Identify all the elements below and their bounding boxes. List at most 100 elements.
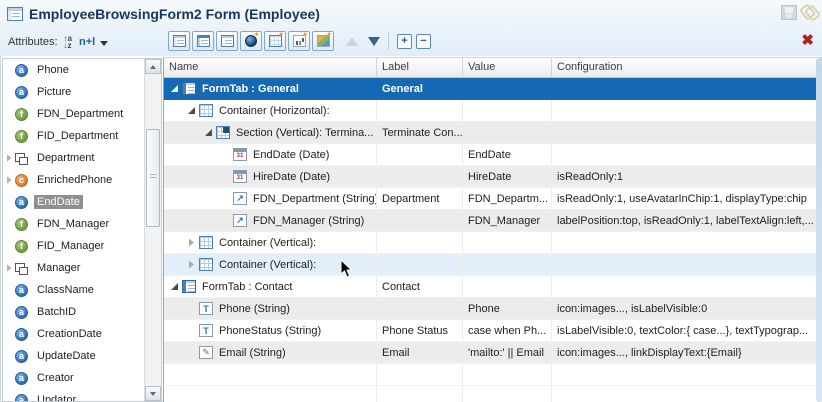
row-label[interactable]: Contact xyxy=(377,276,463,298)
row-value[interactable]: case when Ph... xyxy=(463,320,552,342)
row-value[interactable]: EndDate xyxy=(463,144,552,166)
row-name-cell[interactable] xyxy=(164,386,377,402)
row-value[interactable] xyxy=(463,100,552,122)
sidebar-attribute-item[interactable]: a BatchID xyxy=(3,301,144,323)
row-config[interactable]: icon:images..., linkDisplayText:{Email} xyxy=(552,342,822,364)
row-config[interactable] xyxy=(552,276,822,298)
table-row[interactable]: Container (Vertical): xyxy=(164,232,822,254)
column-header-value[interactable]: Value xyxy=(463,58,552,78)
row-name-cell[interactable]: ↗ FDN_Department (String) xyxy=(164,188,377,210)
save-icon[interactable] xyxy=(781,5,797,20)
add-chart-button[interactable] xyxy=(288,30,310,51)
row-name-cell[interactable]: ✎ Email (String) xyxy=(164,342,377,364)
row-config[interactable]: isReadOnly:1, useAvatarInChip:1, display… xyxy=(552,188,822,210)
table-row[interactable]: ↗ FDN_Manager (String) FDN_Manager label… xyxy=(164,210,822,232)
expanded-triangle-icon[interactable] xyxy=(205,129,212,136)
sidebar-attribute-item[interactable]: f FDN_Manager xyxy=(3,213,144,235)
add-form-button[interactable] xyxy=(168,31,190,51)
table-row[interactable]: Section (Vertical): Termina... Terminate… xyxy=(164,122,822,144)
sidebar-attribute-item[interactable]: a EndDate xyxy=(3,191,144,213)
row-config[interactable] xyxy=(552,122,822,144)
row-value[interactable] xyxy=(463,232,552,254)
expanded-triangle-icon[interactable] xyxy=(171,283,178,290)
scrollbar-thumb[interactable] xyxy=(146,129,160,227)
table-row[interactable]: Container (Vertical): xyxy=(164,254,822,276)
row-label[interactable] xyxy=(377,364,463,386)
chevron-right-icon[interactable] xyxy=(6,264,12,272)
row-config[interactable] xyxy=(552,364,822,386)
row-value[interactable]: FDN_Departm... xyxy=(463,188,552,210)
tree-expander[interactable] xyxy=(186,260,197,269)
sidebar-attribute-item[interactable]: f FDN_Department xyxy=(3,103,144,125)
sidebar-attribute-item[interactable]: a Updator xyxy=(3,389,144,401)
row-name-cell[interactable]: T PhoneStatus (String) xyxy=(164,320,377,342)
row-name-cell[interactable]: FormTab : General xyxy=(164,78,377,100)
tree-expander[interactable] xyxy=(186,107,197,114)
row-config[interactable] xyxy=(552,254,822,276)
row-name-cell[interactable]: T Phone (String) xyxy=(164,298,377,320)
row-label[interactable] xyxy=(377,298,463,320)
sidebar-attribute-item[interactable]: f FID_Department xyxy=(3,125,144,147)
row-label[interactable] xyxy=(377,232,463,254)
row-name-cell[interactable]: FormTab : Contact xyxy=(164,276,377,298)
add-table-button[interactable] xyxy=(264,30,286,51)
column-header-configuration[interactable]: Configuration xyxy=(552,58,822,78)
tree-expander[interactable] xyxy=(169,283,180,290)
tree-expander[interactable] xyxy=(203,129,214,136)
expanded-triangle-icon[interactable] xyxy=(188,107,195,114)
row-value[interactable] xyxy=(463,78,552,100)
row-config[interactable] xyxy=(552,386,822,402)
table-row[interactable]: T Phone (String) Phone icon:images..., i… xyxy=(164,298,822,320)
chevron-down-icon[interactable] xyxy=(100,40,109,50)
table-row[interactable]: ↗ FDN_Department (String) Department FDN… xyxy=(164,188,822,210)
sidebar-attribute-item[interactable]: a Phone xyxy=(3,59,144,81)
row-value[interactable] xyxy=(463,386,552,402)
row-label[interactable] xyxy=(377,144,463,166)
table-row[interactable]: FormTab : General General xyxy=(164,78,822,100)
tree-expander[interactable] xyxy=(169,85,180,92)
table-row[interactable]: Container (Horizontal): xyxy=(164,100,822,122)
row-label[interactable] xyxy=(377,166,463,188)
tree-expander[interactable] xyxy=(186,238,197,247)
row-config[interactable] xyxy=(552,78,822,100)
chevron-right-icon[interactable] xyxy=(6,176,12,184)
row-value[interactable] xyxy=(463,364,552,386)
row-label[interactable]: Phone Status xyxy=(377,320,463,342)
row-label[interactable] xyxy=(377,254,463,276)
move-up-icon[interactable] xyxy=(346,31,358,46)
links-icon[interactable] xyxy=(802,5,818,20)
row-label[interactable]: Email xyxy=(377,342,463,364)
sidebar-scrollbar[interactable] xyxy=(144,59,161,401)
row-name-cell[interactable]: Section (Vertical): Termina... xyxy=(164,122,377,144)
table-row[interactable] xyxy=(164,386,822,402)
sidebar-attribute-item[interactable]: Department xyxy=(3,147,144,169)
row-value[interactable]: 'mailto:' || Email xyxy=(463,342,552,364)
name-label-toggle[interactable]: n+l xyxy=(79,36,95,48)
row-config[interactable] xyxy=(552,100,822,122)
table-row[interactable]: 31 EndDate (Date) EndDate xyxy=(164,144,822,166)
row-name-cell[interactable]: Container (Horizontal): xyxy=(164,100,377,122)
close-icon[interactable]: ✖ xyxy=(801,33,814,48)
sidebar-attribute-item[interactable]: Manager xyxy=(3,257,144,279)
row-value[interactable] xyxy=(463,122,552,144)
chevron-right-icon[interactable] xyxy=(6,154,12,162)
sidebar-attribute-item[interactable]: c EnrichedPhone xyxy=(3,169,144,191)
row-label[interactable] xyxy=(377,210,463,232)
sort-a-z-icon[interactable]: ↑a ↓z xyxy=(64,35,72,50)
collapse-all-button[interactable]: − xyxy=(416,33,431,49)
row-label[interactable]: General xyxy=(377,78,463,100)
row-value[interactable]: HireDate xyxy=(463,166,552,188)
table-row[interactable]: 31 HireDate (Date) HireDate isReadOnly:1 xyxy=(164,166,822,188)
column-header-label[interactable]: Label xyxy=(377,58,463,78)
collapsed-triangle-icon[interactable] xyxy=(189,238,194,247)
scroll-down-icon[interactable] xyxy=(145,386,161,401)
sidebar-attribute-item[interactable]: a Picture xyxy=(3,81,144,103)
expander-slot[interactable] xyxy=(3,264,15,272)
row-config[interactable]: isReadOnly:1 xyxy=(552,166,822,188)
sidebar-attribute-item[interactable]: a CreationDate xyxy=(3,323,144,345)
sidebar-attribute-item[interactable]: f FID_Manager xyxy=(3,235,144,257)
table-row[interactable]: FormTab : Contact Contact xyxy=(164,276,822,298)
row-value[interactable]: FDN_Manager xyxy=(463,210,552,232)
expand-all-button[interactable]: + xyxy=(397,33,412,49)
row-name-cell[interactable]: ↗ FDN_Manager (String) xyxy=(164,210,377,232)
